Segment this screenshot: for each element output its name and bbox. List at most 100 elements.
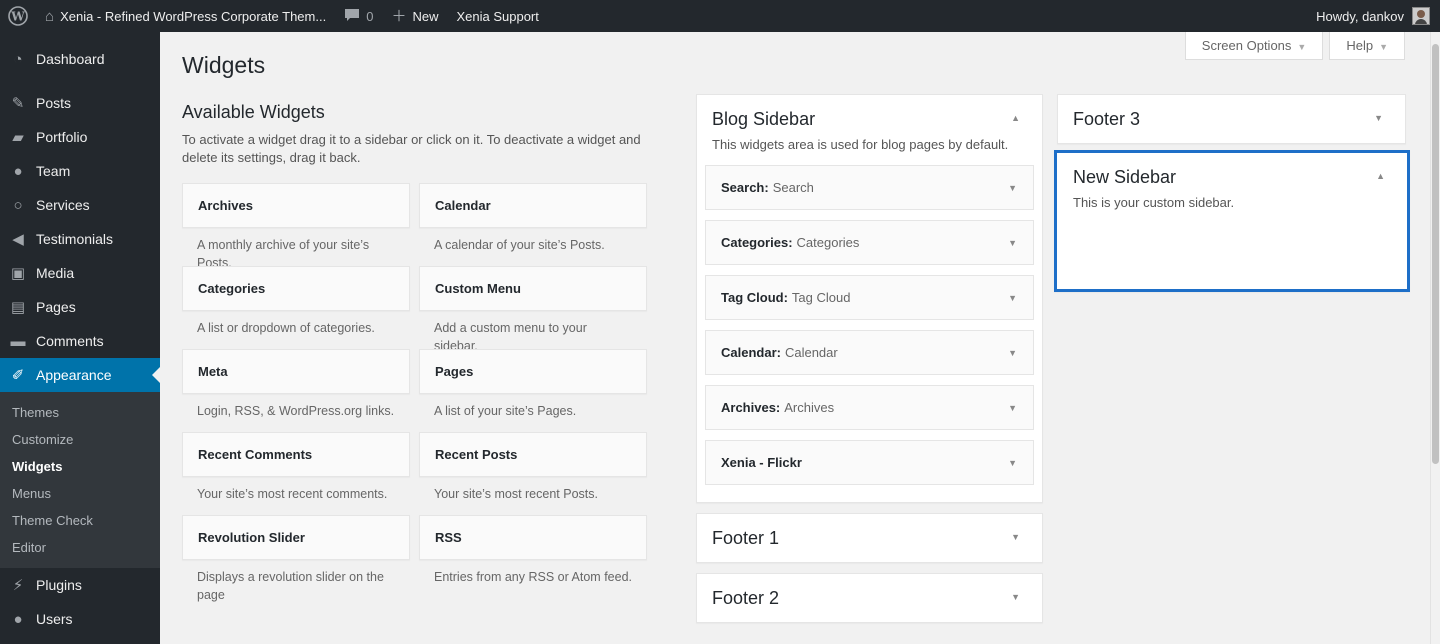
menu-plugins[interactable]: ⚡ Plugins bbox=[0, 568, 160, 602]
menu-appearance[interactable]: ✐ Appearance bbox=[0, 358, 160, 392]
pages-icon: ▤ bbox=[10, 298, 26, 316]
expand-arrow-icon[interactable]: ▼ bbox=[1011, 592, 1020, 602]
widget-item: Recent Comments Your site’s most recent c… bbox=[182, 432, 410, 515]
widget-title[interactable]: Revolution Slider bbox=[182, 515, 410, 560]
appearance-icon: ✐ bbox=[11, 366, 25, 384]
portfolio-icon: ▰ bbox=[12, 128, 24, 146]
menu-dashboard[interactable]: ◔ Dashboard bbox=[0, 42, 160, 76]
sidebar-widget-instance: Calendar bbox=[784, 345, 838, 360]
available-widgets-description: To activate a widget drag it to a sideba… bbox=[182, 132, 641, 165]
avatar bbox=[1412, 7, 1430, 25]
footer-3-panel[interactable]: Footer 3 ▼ bbox=[1057, 94, 1406, 144]
scrollbar-thumb[interactable] bbox=[1432, 44, 1439, 464]
menu-label: Dashboard bbox=[36, 51, 105, 67]
footer-2-header[interactable]: Footer 2 ▼ bbox=[697, 574, 1042, 622]
sidebar-widget[interactable]: Xenia - Flickr ▼ bbox=[705, 440, 1034, 485]
plus-icon: ＋ bbox=[391, 7, 407, 25]
screen-options-label: Screen Options bbox=[1201, 38, 1292, 53]
menu-team[interactable]: ● Team bbox=[0, 154, 160, 188]
available-widgets-heading: Available Widgets bbox=[182, 102, 325, 122]
widget-item: Categories A list or dropdown of categori… bbox=[182, 266, 410, 349]
widget-description: A list of your site’s Pages. bbox=[434, 404, 577, 418]
pin-icon: ✎ bbox=[11, 94, 25, 112]
sidebar-widget[interactable]: Archives: Archives ▼ bbox=[705, 385, 1034, 430]
sidebar-widget-name: Xenia - Flickr bbox=[721, 455, 802, 470]
wordpress-logo-icon[interactable]: W bbox=[0, 0, 36, 32]
menu-label: Team bbox=[36, 163, 71, 179]
widget-title[interactable]: Recent Posts bbox=[419, 432, 647, 477]
menu-label: Testimonials bbox=[36, 231, 114, 247]
menu-label: Appearance bbox=[36, 367, 112, 383]
submenu-editor[interactable]: Editor bbox=[0, 534, 160, 561]
available-widgets: Available Widgets To activate a widget d… bbox=[182, 102, 647, 602]
sidebar-widget[interactable]: Search: Search ▼ bbox=[705, 165, 1034, 210]
dashboard-icon: ◔ bbox=[13, 50, 23, 68]
expand-arrow-icon[interactable]: ▼ bbox=[1008, 403, 1017, 413]
widget-item: Custom Menu Add a custom menu to your sid… bbox=[419, 266, 647, 353]
menu-posts[interactable]: ✎ Posts bbox=[0, 86, 160, 120]
new-content-link[interactable]: ＋ New bbox=[382, 0, 447, 32]
menu-label: Plugins bbox=[36, 577, 82, 593]
menu-pages[interactable]: ▤ Pages bbox=[0, 290, 160, 324]
footer-2-panel[interactable]: Footer 2 ▼ bbox=[696, 573, 1043, 623]
sidebar-widget[interactable]: Tag Cloud: Tag Cloud ▼ bbox=[705, 275, 1034, 320]
footer-3-header[interactable]: Footer 3 ▼ bbox=[1058, 95, 1405, 143]
footer-1-title: Footer 1 bbox=[712, 528, 780, 548]
new-sidebar-header[interactable]: New Sidebar ▲ bbox=[1057, 153, 1407, 201]
widget-item: Archives A monthly archive of your site’s… bbox=[182, 183, 410, 270]
sidebar-widget-name: Categories: bbox=[721, 235, 793, 250]
menu-media[interactable]: ▣ Media bbox=[0, 256, 160, 290]
home-icon: ⌂ bbox=[45, 7, 55, 25]
sidebar-widget-instance: Archives bbox=[784, 400, 835, 415]
submenu-theme-check[interactable]: Theme Check bbox=[0, 507, 160, 534]
expand-arrow-icon[interactable]: ▼ bbox=[1008, 238, 1017, 248]
widget-title[interactable]: Categories bbox=[182, 266, 410, 311]
my-account[interactable]: Howdy, dankov bbox=[1307, 0, 1440, 32]
expand-arrow-icon[interactable]: ▼ bbox=[1008, 458, 1017, 468]
blog-sidebar-header[interactable]: Blog Sidebar ▲ bbox=[697, 95, 1042, 143]
widget-description: Login, RSS, & WordPress.org links. bbox=[197, 404, 395, 418]
widget-title[interactable]: Meta bbox=[182, 349, 410, 394]
expand-arrow-icon[interactable]: ▼ bbox=[1011, 532, 1020, 542]
widget-title[interactable]: RSS bbox=[419, 515, 647, 560]
widget-title[interactable]: Calendar bbox=[419, 183, 647, 228]
footer-1-panel[interactable]: Footer 1 ▼ bbox=[696, 513, 1043, 563]
screen-options-button[interactable]: Screen Options ▼ bbox=[1184, 32, 1324, 60]
caret-down-icon: ▼ bbox=[1297, 42, 1307, 52]
support-link[interactable]: Xenia Support bbox=[447, 0, 547, 32]
submenu-themes[interactable]: Themes bbox=[0, 399, 160, 426]
expand-arrow-icon[interactable]: ▼ bbox=[1374, 113, 1383, 123]
site-title: Xenia - Refined WordPress Corporate Them… bbox=[60, 8, 327, 24]
submenu-customize[interactable]: Customize bbox=[0, 426, 160, 453]
expand-arrow-icon[interactable]: ▼ bbox=[1008, 348, 1017, 358]
collapse-arrow-icon[interactable]: ▲ bbox=[1376, 171, 1385, 181]
help-label: Help bbox=[1346, 38, 1374, 53]
menu-testimonials[interactable]: ◀ Testimonials bbox=[0, 222, 160, 256]
submenu-menus[interactable]: Menus bbox=[0, 480, 160, 507]
menu-users[interactable]: ● Users bbox=[0, 602, 160, 636]
team-icon: ● bbox=[13, 162, 23, 180]
widget-title[interactable]: Archives bbox=[182, 183, 410, 228]
sidebar-widget-instance: Tag Cloud bbox=[791, 290, 851, 305]
collapse-arrow-icon[interactable]: ▲ bbox=[1011, 113, 1020, 123]
help-button[interactable]: Help ▼ bbox=[1329, 32, 1405, 60]
menu-comments[interactable]: ▬ Comments bbox=[0, 324, 160, 358]
page-scrollbar[interactable] bbox=[1430, 32, 1440, 644]
expand-arrow-icon[interactable]: ▼ bbox=[1008, 183, 1017, 193]
expand-arrow-icon[interactable]: ▼ bbox=[1008, 293, 1017, 303]
comments-link[interactable]: 0 bbox=[335, 0, 382, 32]
widget-title[interactable]: Pages bbox=[419, 349, 647, 394]
menu-portfolio[interactable]: ▰ Portfolio bbox=[0, 120, 160, 154]
site-name-link[interactable]: ⌂ Xenia - Refined WordPress Corporate Th… bbox=[36, 0, 335, 32]
widget-item: RSS Entries from any RSS or Atom feed. bbox=[419, 515, 647, 598]
sidebar-widget[interactable]: Calendar: Calendar ▼ bbox=[705, 330, 1034, 375]
widget-title[interactable]: Recent Comments bbox=[182, 432, 410, 477]
sidebar-widget[interactable]: Categories: Categories ▼ bbox=[705, 220, 1034, 265]
widget-title[interactable]: Custom Menu bbox=[419, 266, 647, 311]
plugins-icon: ⚡ bbox=[12, 576, 24, 594]
footer-1-header[interactable]: Footer 1 ▼ bbox=[697, 514, 1042, 562]
menu-services[interactable]: ○ Services bbox=[0, 188, 160, 222]
submenu-widgets[interactable]: Widgets bbox=[0, 453, 160, 480]
widget-item: Pages A list of your site’s Pages. bbox=[419, 349, 647, 432]
blog-sidebar-title: Blog Sidebar bbox=[712, 109, 816, 129]
